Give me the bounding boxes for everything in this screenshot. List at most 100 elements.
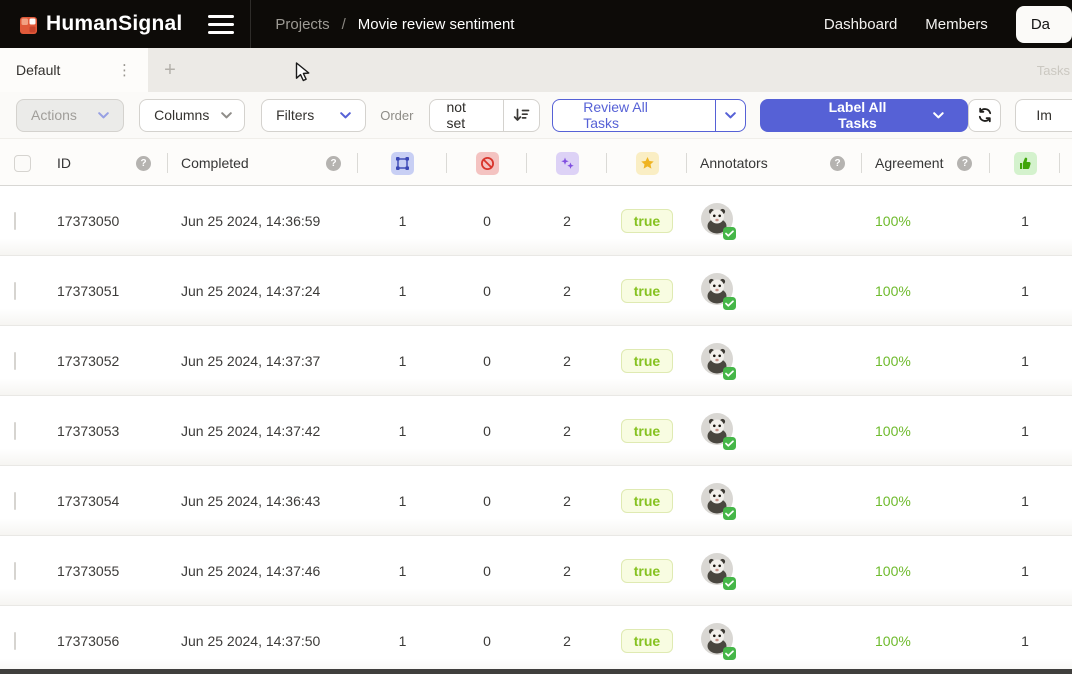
ground-truth-badge: true xyxy=(621,349,673,373)
task-table-body: 17373050 Jun 25 2024, 14:36:59 1 0 2 tru… xyxy=(0,186,1072,674)
task-completed: Jun 25 2024, 14:36:43 xyxy=(168,493,358,509)
ground-truth-badge: true xyxy=(621,209,673,233)
task-id: 17373052 xyxy=(44,353,168,369)
order-value[interactable]: not set xyxy=(430,100,503,131)
task-id: 17373055 xyxy=(44,563,168,579)
predictions-count: 2 xyxy=(527,283,607,299)
review-all-tasks-button[interactable]: Review All Tasks xyxy=(552,99,746,132)
reviews-accepted-icon xyxy=(1014,152,1037,175)
actions-dropdown-button[interactable]: Actions xyxy=(16,99,124,132)
brand-name: HumanSignal xyxy=(46,12,182,36)
task-id: 17373054 xyxy=(44,493,168,509)
column-header-annotations[interactable] xyxy=(358,139,447,187)
task-completed: Jun 25 2024, 14:37:42 xyxy=(168,423,358,439)
row-checkbox[interactable] xyxy=(14,282,16,300)
annotator-avatar[interactable] xyxy=(701,222,733,238)
table-row[interactable]: 17373053 Jun 25 2024, 14:37:42 1 0 2 tru… xyxy=(0,396,1072,466)
tab-default[interactable]: Default ⋮ xyxy=(0,48,148,92)
annotator-avatar[interactable] xyxy=(701,432,733,448)
sort-direction-button[interactable] xyxy=(503,100,539,131)
order-selector[interactable]: not set xyxy=(429,99,540,132)
predictions-count: 2 xyxy=(527,493,607,509)
add-tab-button[interactable]: + xyxy=(148,48,192,92)
annotator-avatar[interactable] xyxy=(701,572,733,588)
cancelled-count: 0 xyxy=(447,493,527,509)
column-header-id[interactable]: ID ? xyxy=(44,139,168,187)
reviews-count: 1 xyxy=(990,493,1060,509)
column-header-completed[interactable]: Completed ? xyxy=(168,139,358,187)
import-button[interactable]: Im xyxy=(1015,99,1072,132)
task-completed: Jun 25 2024, 14:37:50 xyxy=(168,633,358,649)
brand-logo[interactable]: HumanSignal xyxy=(20,12,182,36)
view-tabs-bar: Default ⋮ + Tasks xyxy=(0,48,1072,92)
refresh-icon xyxy=(977,107,993,123)
hamburger-menu-icon[interactable] xyxy=(208,15,234,34)
ground-truth-badge: true xyxy=(621,279,673,303)
help-icon[interactable]: ? xyxy=(957,156,972,171)
label-all-tasks-button[interactable]: Label All Tasks xyxy=(760,99,968,132)
chevron-down-icon xyxy=(98,112,109,119)
filters-dropdown-button[interactable]: Filters xyxy=(261,99,366,132)
breadcrumb: Projects / Movie review sentiment xyxy=(275,16,514,33)
column-header-predictions[interactable] xyxy=(527,139,607,187)
column-header-ground-truth[interactable] xyxy=(607,139,687,187)
agreement-value: 100% xyxy=(862,283,990,299)
table-row[interactable]: 17373052 Jun 25 2024, 14:37:37 1 0 2 tru… xyxy=(0,326,1072,396)
annotations-count: 1 xyxy=(358,213,447,229)
row-checkbox[interactable] xyxy=(14,562,16,580)
humansignal-logo-icon xyxy=(20,16,37,33)
agreement-value: 100% xyxy=(862,493,990,509)
column-header-cancelled[interactable] xyxy=(447,139,527,187)
annotator-avatar[interactable] xyxy=(701,642,733,658)
help-icon[interactable]: ? xyxy=(136,156,151,171)
select-all-checkbox[interactable] xyxy=(14,155,31,172)
table-row[interactable]: 17373051 Jun 25 2024, 14:37:24 1 0 2 tru… xyxy=(0,256,1072,326)
data-manager-toolbar: Actions Columns Filters Order not set Re… xyxy=(0,92,1072,138)
task-id: 17373056 xyxy=(44,633,168,649)
table-header: ID ? Completed ? Annotators ? Agreement … xyxy=(0,138,1072,186)
tab-options-kebab-icon[interactable]: ⋮ xyxy=(113,61,136,79)
annotator-check-badge-icon xyxy=(723,297,736,310)
table-row[interactable]: 17373054 Jun 25 2024, 14:36:43 1 0 2 tru… xyxy=(0,466,1072,536)
row-checkbox[interactable] xyxy=(14,422,16,440)
help-icon[interactable]: ? xyxy=(326,156,341,171)
breadcrumb-project-title: Movie review sentiment xyxy=(358,16,515,33)
agreement-value: 100% xyxy=(862,563,990,579)
agreement-value: 100% xyxy=(862,423,990,439)
sort-order-icon xyxy=(513,108,530,123)
nav-divider xyxy=(250,0,251,48)
table-row[interactable]: 17373056 Jun 25 2024, 14:37:50 1 0 2 tru… xyxy=(0,606,1072,674)
annotator-check-badge-icon xyxy=(723,507,736,520)
annotations-count: 1 xyxy=(358,493,447,509)
row-checkbox[interactable] xyxy=(14,212,16,230)
columns-dropdown-button[interactable]: Columns xyxy=(139,99,245,132)
table-row[interactable]: 17373050 Jun 25 2024, 14:36:59 1 0 2 tru… xyxy=(0,186,1072,256)
refresh-button[interactable] xyxy=(968,99,1002,132)
row-checkbox[interactable] xyxy=(14,492,16,510)
predictions-count: 2 xyxy=(527,423,607,439)
annotator-avatar[interactable] xyxy=(701,292,733,308)
column-header-reviews[interactable] xyxy=(990,139,1060,187)
ground-truth-badge: true xyxy=(621,489,673,513)
review-all-tasks-label[interactable]: Review All Tasks xyxy=(553,100,715,131)
task-completed: Jun 25 2024, 14:37:24 xyxy=(168,283,358,299)
star-icon xyxy=(636,152,659,175)
help-icon[interactable]: ? xyxy=(830,156,845,171)
task-id: 17373053 xyxy=(44,423,168,439)
chevron-down-icon xyxy=(340,112,351,119)
breadcrumb-projects[interactable]: Projects xyxy=(275,16,329,33)
nav-link-members[interactable]: Members xyxy=(925,16,988,33)
column-header-annotators[interactable]: Annotators ? xyxy=(687,139,862,187)
annotator-avatar[interactable] xyxy=(701,502,733,518)
table-row[interactable]: 17373055 Jun 25 2024, 14:37:46 1 0 2 tru… xyxy=(0,536,1072,606)
nav-link-dashboard[interactable]: Dashboard xyxy=(824,16,897,33)
nav-data-manager-button[interactable]: Da xyxy=(1016,6,1072,43)
review-all-tasks-chevron[interactable] xyxy=(715,100,745,131)
row-checkbox[interactable] xyxy=(14,632,16,650)
annotator-avatar[interactable] xyxy=(701,362,733,378)
reviews-count: 1 xyxy=(990,353,1060,369)
column-header-agreement[interactable]: Agreement ? xyxy=(862,139,990,187)
row-checkbox[interactable] xyxy=(14,352,16,370)
reviews-count: 1 xyxy=(990,283,1060,299)
cancelled-count: 0 xyxy=(447,213,527,229)
